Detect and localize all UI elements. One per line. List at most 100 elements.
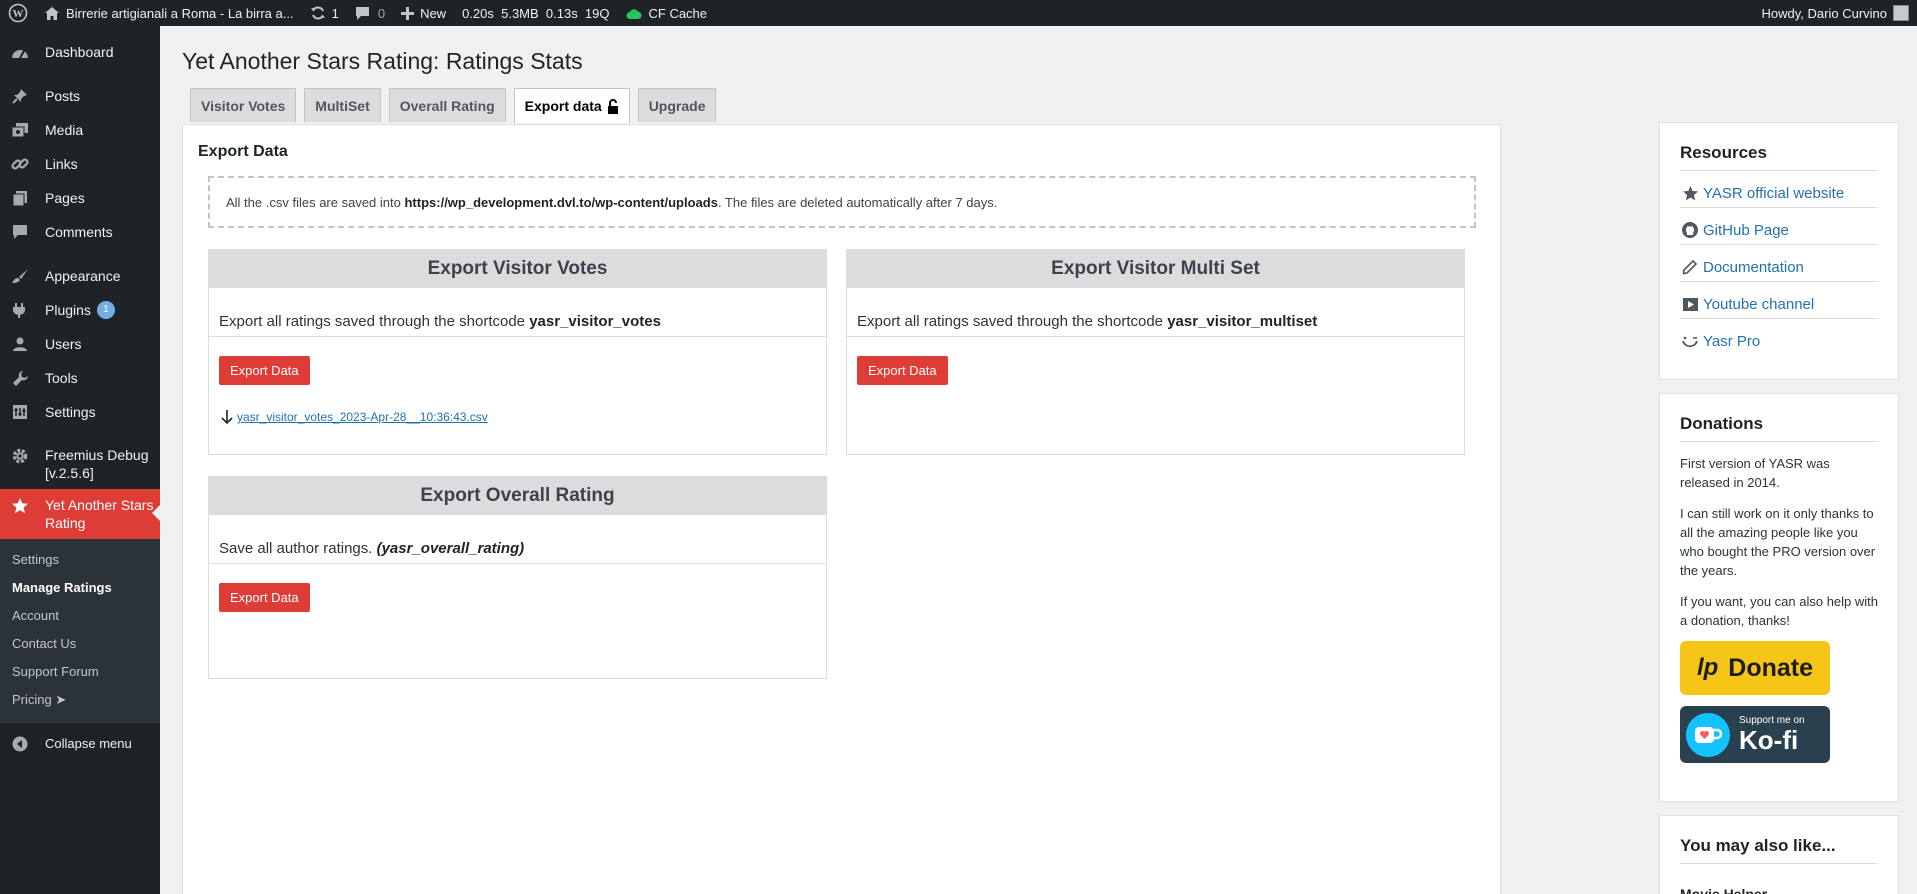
wrench-icon	[10, 368, 30, 388]
menu-settings[interactable]: Settings	[0, 395, 160, 429]
also-like-title: You may also like...	[1680, 816, 1878, 864]
howdy-label: Howdy, Dario Curvino	[1761, 5, 1887, 21]
cf-cache-link[interactable]: CF Cache	[618, 0, 716, 26]
admin-sidebar: Dashboard Posts Media Links Pages Commen…	[0, 26, 160, 894]
tab-upgrade[interactable]: Upgrade	[637, 88, 717, 122]
liberapay-donate-button[interactable]: lp Donate	[1680, 641, 1830, 695]
tab-bar: Visitor Votes MultiSet Overall Rating Ex…	[190, 88, 724, 123]
menu-appearance[interactable]: Appearance	[0, 259, 160, 293]
new-label: New	[420, 5, 447, 21]
collapse-menu-button[interactable]: Collapse menu	[0, 727, 160, 761]
plugins-update-badge: 1	[96, 301, 115, 319]
github-page-link[interactable]: GitHub Page	[1680, 208, 1878, 245]
donations-box: Donations First version of YASR was rele…	[1659, 393, 1899, 802]
menu-comments[interactable]: Comments	[0, 215, 160, 249]
page-title: Yet Another Stars Rating: Ratings Stats	[182, 48, 583, 74]
resources-title: Resources	[1680, 123, 1878, 171]
menu-freemius-debug[interactable]: Freemius Debug [v.2.5.6]	[0, 439, 160, 489]
query-monitor-stats[interactable]: 0.20s 5.3MB 0.13s 19Q	[454, 0, 617, 26]
resources-box: Resources YASR official website GitHub P…	[1659, 122, 1899, 380]
plus-icon	[401, 6, 415, 20]
kofi-cup-icon	[1686, 712, 1730, 757]
link-icon	[10, 154, 30, 174]
github-icon	[1680, 220, 1700, 240]
site-name-label: Birrerie artigianali a Roma - La birra a…	[66, 5, 294, 21]
csv-download-link[interactable]: yasr_visitor_votes_2023-Apr-28__10:36:43…	[221, 409, 826, 425]
pushpin-icon	[10, 86, 30, 106]
card-title: Export Overall Rating	[209, 477, 826, 515]
cf-cache-label: CF Cache	[648, 5, 708, 21]
my-account-link[interactable]: Howdy, Dario Curvino	[1754, 0, 1917, 26]
menu-media[interactable]: Media	[0, 113, 160, 147]
avatar	[1893, 5, 1909, 21]
star-icon	[1680, 183, 1700, 203]
youtube-channel-link[interactable]: Youtube channel	[1680, 282, 1878, 319]
gear-icon	[10, 446, 30, 466]
csv-location-notice: All the .csv files are saved into https:…	[208, 176, 1476, 228]
menu-dashboard[interactable]: Dashboard	[0, 35, 160, 69]
yasr-website-link[interactable]: YASR official website	[1680, 171, 1878, 208]
wordpress-logo-icon[interactable]: W	[0, 0, 36, 26]
submenu-settings[interactable]: Settings	[0, 546, 160, 574]
new-content-link[interactable]: New	[393, 0, 454, 26]
admin-bar: W Birrerie artigianali a Roma - La birra…	[0, 0, 1917, 26]
updates-link[interactable]: 1	[302, 0, 347, 26]
menu-plugins[interactable]: Plugins 1	[0, 293, 160, 327]
card-title: Export Visitor Multi Set	[847, 250, 1464, 288]
tab-export-data[interactable]: Export data	[513, 88, 630, 123]
menu-users[interactable]: Users	[0, 327, 160, 361]
plug-icon	[10, 300, 30, 320]
menu-tools[interactable]: Tools	[0, 361, 160, 395]
tab-overall-rating[interactable]: Overall Rating	[388, 88, 506, 122]
collapse-arrow-icon	[10, 734, 30, 754]
menu-links[interactable]: Links	[0, 147, 160, 181]
site-name-link[interactable]: Birrerie artigianali a Roma - La birra a…	[36, 0, 302, 26]
pencil-icon	[1680, 257, 1700, 277]
media-icon	[10, 120, 30, 140]
card-title: Export Visitor Votes	[209, 250, 826, 288]
movie-helper-link[interactable]: Movie Helper	[1680, 886, 1878, 894]
menu-yet-another-stars-rating[interactable]: Yet Another Stars Rating	[0, 489, 160, 539]
card-description: Export all ratings saved through the sho…	[209, 313, 826, 337]
sliders-icon	[10, 402, 30, 422]
panel-title: Export Data	[198, 143, 288, 160]
menu-posts[interactable]: Posts	[0, 79, 160, 113]
uploads-path: https://wp_development.dvl.to/wp-content…	[404, 194, 718, 210]
comments-count: 0	[377, 5, 386, 21]
submenu-account[interactable]: Account	[0, 602, 160, 630]
card-export-visitor-votes: Export Visitor Votes Export all ratings …	[208, 249, 827, 455]
submenu-contact-us[interactable]: Contact Us	[0, 630, 160, 658]
card-export-visitor-multiset: Export Visitor Multi Set Export all rati…	[846, 249, 1465, 455]
comment-bubble-icon	[10, 222, 30, 242]
card-export-overall-rating: Export Overall Rating Save all author ra…	[208, 476, 827, 679]
smiley-icon	[1680, 332, 1700, 352]
comments-link[interactable]: 0	[347, 0, 393, 26]
tab-multiset[interactable]: MultiSet	[304, 88, 381, 122]
donations-title: Donations	[1680, 394, 1878, 442]
export-visitor-votes-button[interactable]: Export Data	[219, 356, 310, 385]
menu-pages[interactable]: Pages	[0, 181, 160, 215]
documentation-link[interactable]: Documentation	[1680, 245, 1878, 282]
kofi-support-button[interactable]: Support me on Ko-fi	[1680, 706, 1830, 763]
submenu-pricing[interactable]: Pricing ➤	[0, 686, 160, 714]
yasr-submenu: Settings Manage Ratings Account Contact …	[0, 539, 160, 723]
star-icon	[10, 496, 30, 516]
user-icon	[10, 334, 30, 354]
export-multiset-button[interactable]: Export Data	[857, 356, 948, 385]
liberapay-logo-icon: lp	[1696, 654, 1719, 681]
refresh-icon	[310, 5, 326, 21]
pages-icon	[10, 188, 30, 208]
cloud-icon	[626, 8, 642, 19]
video-play-icon	[1680, 294, 1700, 314]
updates-count: 1	[331, 5, 339, 21]
card-description: Save all author ratings. (yasr_overall_r…	[209, 540, 826, 564]
dashboard-gauge-icon	[10, 42, 30, 62]
submenu-manage-ratings[interactable]: Manage Ratings	[0, 574, 160, 602]
yasr-pro-link[interactable]: Yasr Pro	[1680, 319, 1878, 356]
submenu-support-forum[interactable]: Support Forum	[0, 658, 160, 686]
export-overall-rating-button[interactable]: Export Data	[219, 583, 310, 612]
main-content: Yet Another Stars Rating: Ratings Stats …	[160, 26, 1917, 894]
home-icon	[44, 6, 60, 21]
card-description: Export all ratings saved through the sho…	[847, 313, 1464, 337]
tab-visitor-votes[interactable]: Visitor Votes	[190, 88, 297, 122]
